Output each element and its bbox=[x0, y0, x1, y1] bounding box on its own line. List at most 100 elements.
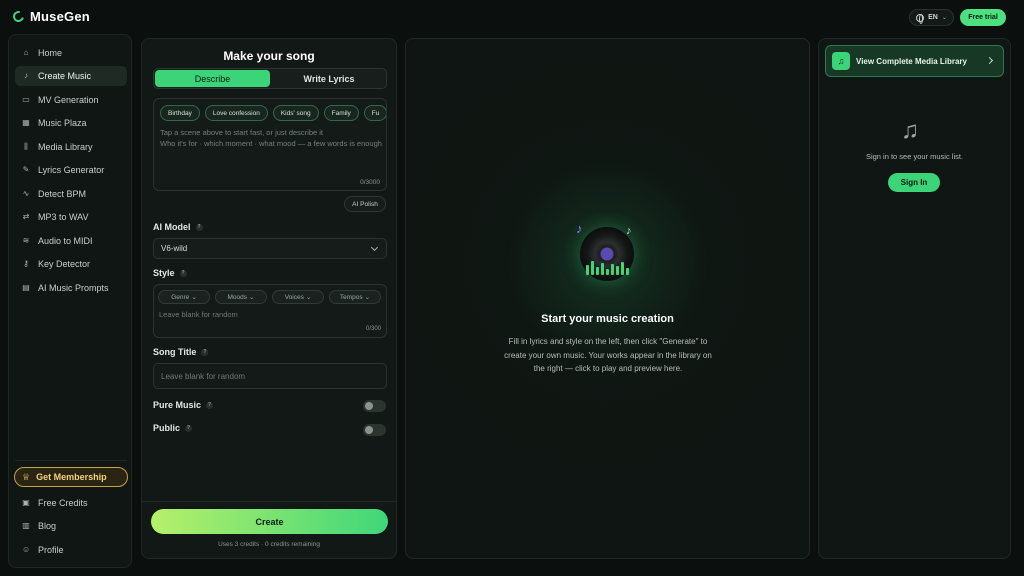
sidebar-item-label: Free Credits bbox=[38, 498, 88, 508]
ai-model-select[interactable]: V6-wild bbox=[153, 238, 387, 259]
waveform-icon: ≋ bbox=[22, 236, 30, 245]
sidebar-item-label: Key Detector bbox=[38, 259, 91, 269]
sidebar-item-free-credits[interactable]: ▣ Free Credits bbox=[15, 493, 127, 513]
sidebar-item-label: Profile bbox=[38, 545, 64, 555]
globe-icon bbox=[916, 13, 925, 24]
style-count: 0/300 bbox=[365, 326, 381, 332]
chip-kids-song[interactable]: Kids' song bbox=[272, 105, 319, 121]
membership-label: Get Membership bbox=[36, 472, 107, 482]
music-note-icon: ♫ bbox=[901, 117, 919, 144]
free-trial-button[interactable]: Free trial bbox=[960, 9, 1006, 26]
language-label: EN bbox=[928, 14, 938, 21]
chip-birthday[interactable]: Birthday bbox=[160, 105, 200, 121]
style-tag-genre[interactable]: Genre ⌄ bbox=[158, 290, 210, 304]
video-icon: ▭ bbox=[22, 95, 30, 104]
pure-music-label: Pure Music ? bbox=[153, 400, 214, 410]
sidebar-item-mp3-to-wav[interactable]: ⇄ MP3 to WAV bbox=[15, 207, 127, 227]
description-box[interactable]: Birthday Love confession Kids' song Fami… bbox=[153, 98, 387, 191]
music-note-icon: ♪ bbox=[576, 221, 583, 236]
tab-describe[interactable]: Describe bbox=[155, 70, 270, 87]
view-media-library-button[interactable]: ♫ View Complete Media Library bbox=[825, 45, 1004, 77]
chip-truncated[interactable]: Fu bbox=[363, 105, 386, 121]
convert-icon: ⇄ bbox=[22, 212, 30, 221]
tab-write-lyrics[interactable]: Write Lyrics bbox=[272, 70, 386, 87]
ai-model-label: AI Model ? bbox=[153, 222, 203, 232]
app-logo[interactable]: MuseGen bbox=[10, 8, 90, 25]
sidebar-item-ai-music-prompts[interactable]: ▤ AI Music Prompts bbox=[15, 278, 127, 298]
mode-tabs: Describe Write Lyrics bbox=[153, 68, 387, 89]
grid-icon: ▦ bbox=[22, 118, 30, 127]
create-button[interactable]: Create bbox=[151, 509, 388, 534]
style-tag-moods[interactable]: Moods ⌄ bbox=[215, 290, 267, 304]
sidebar-item-label: Home bbox=[38, 48, 63, 58]
language-selector[interactable]: EN ⌄ bbox=[909, 9, 954, 26]
song-form-panel: Make your song Describe Write Lyrics Bir… bbox=[141, 38, 397, 559]
description-count: 0/3000 bbox=[360, 179, 380, 186]
chevron-down-icon: ⌄ bbox=[249, 294, 255, 301]
sidebar-item-label: Audio to MIDI bbox=[38, 236, 93, 246]
sidebar-item-key-detector[interactable]: ⚷ Key Detector bbox=[15, 254, 127, 274]
style-label: Style ? bbox=[153, 268, 187, 278]
sidebar-item-blog[interactable]: ▥ Blog bbox=[15, 516, 127, 536]
prompt-icon: ▤ bbox=[22, 283, 30, 292]
sidebar-item-label: Music Plaza bbox=[38, 118, 87, 128]
empty-state-title: Start your music creation bbox=[541, 313, 674, 325]
form-divider bbox=[142, 501, 396, 502]
home-icon: ⌂ bbox=[23, 48, 29, 57]
sidebar: ⌂ Home ♪ Create Music ▭ MV Generation ▦ … bbox=[8, 34, 132, 568]
song-title-input[interactable] bbox=[153, 363, 387, 389]
chevron-down-icon: ⌄ bbox=[305, 294, 312, 301]
style-box[interactable]: Genre ⌄ Moods ⌄ Voices ⌄ Tempos ⌄ Leave blan… bbox=[153, 284, 387, 338]
ai-polish-button[interactable]: AI Polish bbox=[344, 196, 386, 212]
sidebar-item-label: Blog bbox=[38, 521, 57, 531]
blog-icon: ▥ bbox=[22, 521, 30, 530]
help-icon[interactable]: ? bbox=[206, 401, 214, 409]
song-title-label: Song Title ? bbox=[153, 347, 209, 357]
chevron-right-icon bbox=[985, 56, 994, 65]
empty-state-description: Fill in lyrics and style on the left, th… bbox=[504, 337, 712, 373]
pen-icon: ✎ bbox=[22, 165, 30, 174]
music-note-icon: ♪ bbox=[626, 225, 632, 237]
description-placeholder: Tap a scene above to start fast, or just… bbox=[160, 128, 382, 148]
sidebar-item-audio-to-midi[interactable]: ≋ Audio to MIDI bbox=[15, 231, 127, 251]
sign-in-button[interactable]: Sign In bbox=[888, 173, 940, 192]
get-membership-button[interactable]: ♕ Get Membership bbox=[14, 467, 128, 487]
help-icon[interactable]: ? bbox=[195, 223, 203, 231]
library-button-label: View Complete Media Library bbox=[856, 56, 967, 66]
sidebar-item-label: AI Music Prompts bbox=[38, 283, 109, 293]
sidebar-item-music-plaza[interactable]: ▦ Music Plaza bbox=[15, 113, 127, 133]
chevron-down-icon: ⌄ bbox=[364, 294, 371, 301]
style-tag-voices[interactable]: Voices ⌄ bbox=[272, 290, 324, 304]
public-toggle[interactable] bbox=[363, 424, 386, 436]
help-icon[interactable]: ? bbox=[201, 348, 209, 356]
help-icon[interactable]: ? bbox=[185, 424, 193, 432]
chip-love-confession[interactable]: Love confession bbox=[204, 105, 268, 121]
help-icon[interactable]: ? bbox=[179, 269, 187, 277]
chevron-down-icon: ⌄ bbox=[941, 15, 947, 21]
equalizer-bars bbox=[586, 261, 629, 275]
sidebar-divider bbox=[15, 460, 127, 461]
credits-info: Uses 3 credits · 0 credits remaining bbox=[218, 541, 320, 548]
style-tags: Genre ⌄ Moods ⌄ Voices ⌄ Tempos ⌄ bbox=[158, 290, 381, 304]
sidebar-item-profile[interactable]: ☺ Profile bbox=[15, 540, 127, 560]
form-title: Make your song bbox=[223, 49, 315, 63]
sidebar-item-home[interactable]: ⌂ Home bbox=[15, 43, 127, 63]
player-panel: ♪ ♪ Start your music creation Fill in ly… bbox=[405, 38, 810, 559]
public-label: Public ? bbox=[153, 423, 193, 433]
app-name: MuseGen bbox=[30, 9, 90, 24]
style-tag-tempos[interactable]: Tempos ⌄ bbox=[329, 290, 381, 304]
sidebar-item-detect-bpm[interactable]: ∿ Detect BPM bbox=[15, 184, 127, 204]
signin-prompt: Sign in to see your music list. bbox=[865, 152, 964, 161]
library-icon: ⫼ bbox=[24, 142, 28, 151]
sidebar-item-mv-generation[interactable]: ▭ MV Generation bbox=[15, 90, 127, 110]
sidebar-item-label: Lyrics Generator bbox=[38, 165, 105, 175]
chip-family[interactable]: Family bbox=[323, 105, 359, 121]
logo-icon bbox=[10, 8, 27, 25]
chevron-down-icon: ⌄ bbox=[191, 294, 197, 301]
sidebar-item-media-library[interactable]: ⫼ Media Library bbox=[15, 137, 127, 157]
sidebar-item-lyrics-generator[interactable]: ✎ Lyrics Generator bbox=[15, 160, 127, 180]
sidebar-item-label: MV Generation bbox=[38, 95, 99, 105]
sidebar-item-create-music[interactable]: ♪ Create Music bbox=[15, 66, 127, 86]
pure-music-toggle[interactable] bbox=[363, 400, 386, 412]
ai-model-value: V6-wild bbox=[161, 244, 188, 253]
